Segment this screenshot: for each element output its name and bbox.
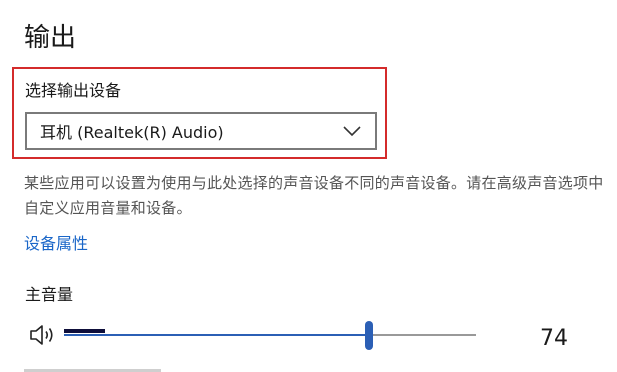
volume-slider-thumb[interactable]: [364, 321, 373, 350]
chevron-down-icon: [343, 125, 361, 137]
master-volume-value: 74: [540, 326, 568, 351]
output-device-dropdown[interactable]: 耳机 (Realtek(R) Audio): [25, 112, 377, 150]
master-volume-slider[interactable]: [64, 317, 476, 355]
output-section-title: 输出: [24, 23, 77, 53]
speaker-icon[interactable]: [29, 323, 57, 347]
output-device-label: 选择输出设备: [25, 81, 122, 100]
output-description-text: 某些应用可以设置为使用与此处选择的声音设备不同的声音设备。请在高级声音选项中自定…: [24, 174, 604, 217]
output-device-selected-value: 耳机 (Realtek(R) Audio): [40, 123, 224, 142]
volume-peak-meter: [64, 329, 106, 333]
device-properties-link[interactable]: 设备属性: [24, 232, 88, 256]
master-volume-label: 主音量: [25, 285, 74, 304]
volume-slider-fill: [64, 334, 369, 336]
